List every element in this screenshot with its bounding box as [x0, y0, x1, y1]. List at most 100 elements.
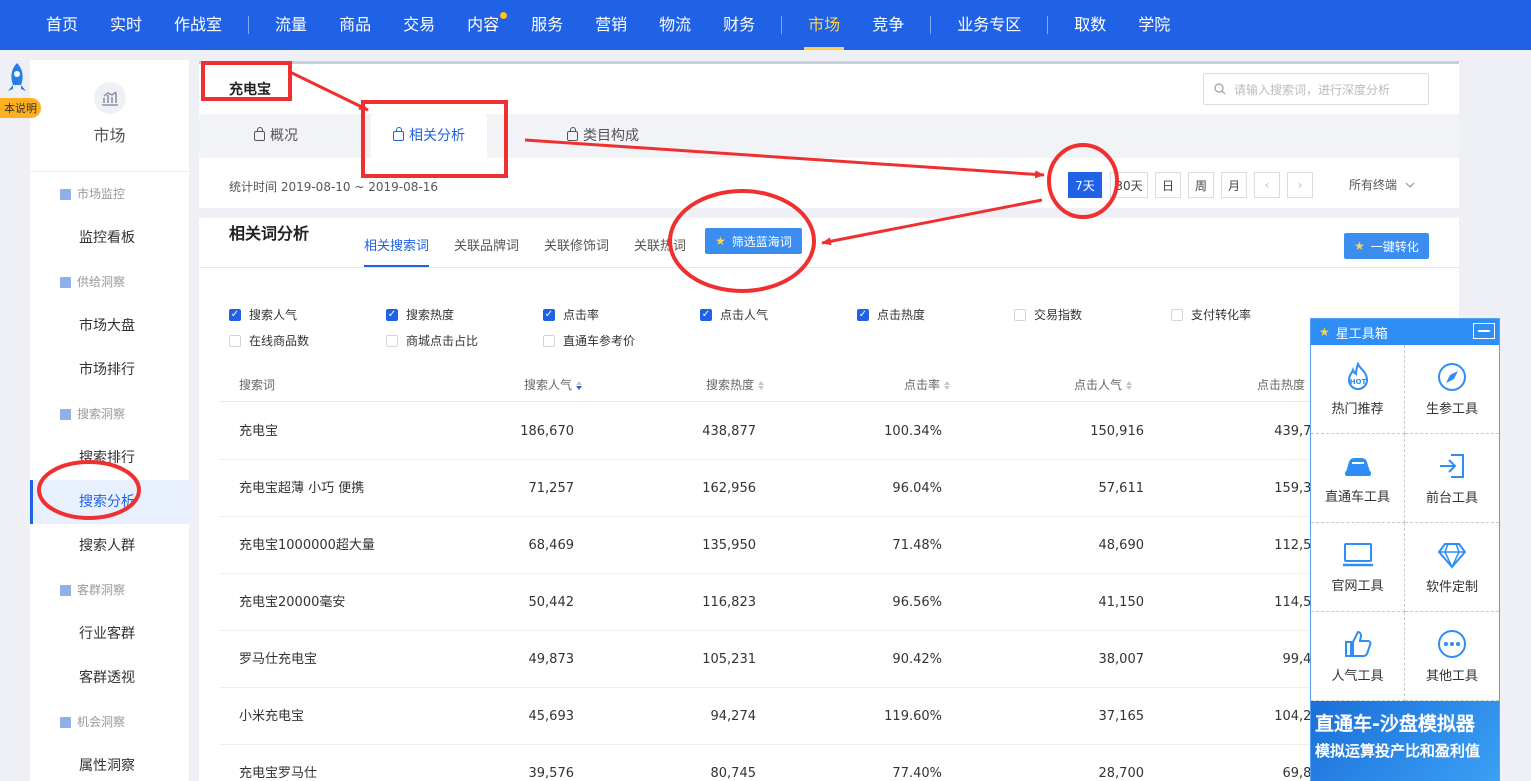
tool-other[interactable]: 其他工具: [1405, 612, 1499, 701]
tool-website[interactable]: 官网工具: [1311, 523, 1405, 612]
bag-icon: [393, 127, 404, 141]
terminal-select[interactable]: 所有终端: [1349, 176, 1415, 193]
nav-separator: [248, 16, 250, 34]
table-row[interactable]: 小米充电宝 45,693 94,274 119.60% 37,165 104,2…: [219, 688, 1459, 745]
nav-competition[interactable]: 竞争: [856, 0, 920, 50]
sidebar-item-search-rank[interactable]: 搜索排行: [30, 436, 189, 480]
minimize-button[interactable]: [1473, 323, 1495, 339]
col-click-heat[interactable]: 点击热度: [1257, 368, 1305, 402]
convert-button[interactable]: ★ 一键转化: [1344, 233, 1429, 259]
cell-keyword: 充电宝超薄 小巧 便携: [239, 481, 365, 496]
table-row[interactable]: 充电宝20000毫安 50,442 116,823 96.56% 41,150 …: [219, 574, 1459, 631]
sidebar-item-market-overview[interactable]: 市场大盘: [30, 304, 189, 348]
period-7d-button[interactable]: 7天: [1068, 172, 1102, 198]
more-icon: [1438, 629, 1466, 658]
col-ctr[interactable]: 点击率: [904, 368, 951, 402]
nav-business-zone[interactable]: 业务专区: [941, 0, 1037, 50]
tool-custom-software[interactable]: 软件定制: [1405, 523, 1499, 612]
checkbox-search-popularity[interactable]: ✓ 搜索人气: [229, 306, 297, 323]
nav-war-room[interactable]: 作战室: [158, 0, 238, 50]
search-input[interactable]: 请输入搜索词，进行深度分析: [1203, 73, 1429, 105]
col-search-heat[interactable]: 搜索热度: [706, 368, 765, 402]
sidebar-item-search-crowd[interactable]: 搜索人群: [30, 524, 189, 568]
nav-fetch-data[interactable]: 取数: [1058, 0, 1122, 50]
subtab-modifier[interactable]: 关联修饰词: [544, 235, 609, 267]
check-icon: ✓: [700, 308, 712, 321]
sidebar-item-attribute-insight[interactable]: 属性洞察: [30, 744, 189, 781]
checkbox-click-popularity[interactable]: ✓ 点击人气: [700, 306, 768, 323]
tool-front[interactable]: 前台工具: [1405, 434, 1499, 523]
checkbox-pay-conversion[interactable]: 支付转化率: [1171, 306, 1251, 323]
tool-popularity[interactable]: 人气工具: [1311, 612, 1405, 701]
table-row[interactable]: 充电宝罗马仕 39,576 80,745 77.40% 28,700 69,86…: [219, 745, 1459, 781]
table-row[interactable]: 充电宝 186,670 438,877 100.34% 150,916 439,…: [219, 403, 1459, 460]
sidebar-item-market-rank[interactable]: 市场排行: [30, 348, 189, 392]
tab-related-analysis[interactable]: 相关分析: [371, 114, 487, 158]
checkbox-ctr[interactable]: ✓ 点击率: [543, 306, 599, 323]
checkbox-online-items[interactable]: 在线商品数: [229, 332, 309, 349]
period-month-button[interactable]: 月: [1221, 172, 1247, 198]
table-row[interactable]: 充电宝1000000超大量 68,469 135,950 71.48% 48,6…: [219, 517, 1459, 574]
nav-products[interactable]: 商品: [323, 0, 387, 50]
period-week-button[interactable]: 周: [1188, 172, 1214, 198]
tool-label: 官网工具: [1331, 578, 1384, 594]
sidebar-group-opportunity: 机会洞察: [30, 700, 189, 744]
sandbox-banner[interactable]: 直通车-沙盘模拟器 模拟运算投产比和盈利值: [1311, 701, 1499, 781]
checkbox-label: 点击热度: [877, 308, 926, 322]
tool-ztc[interactable]: 直通车工具: [1311, 434, 1405, 523]
tab-category[interactable]: 类目构成: [567, 114, 639, 158]
nav-traffic[interactable]: 流量: [259, 0, 323, 50]
tool-param[interactable]: 生参工具: [1405, 345, 1499, 434]
subtab-hot[interactable]: 关联热词: [634, 235, 686, 267]
cell-search-heat: 94,274: [710, 709, 757, 724]
checkbox-click-heat[interactable]: ✓ 点击热度: [857, 306, 925, 323]
tool-hot-recommend[interactable]: HOT 热门推荐: [1311, 345, 1405, 434]
table-row[interactable]: 充电宝超薄 小巧 便携 71,257 162,956 96.04% 57,611…: [219, 460, 1459, 517]
col-search-popularity[interactable]: 搜索人气: [524, 368, 583, 402]
related-words-card: 相关词分析 相关搜索词 关联品牌词 关联修饰词 关联热词 ★ 筛选蓝海词 ★ 一键转…: [199, 218, 1459, 781]
nav-logistics[interactable]: 物流: [643, 0, 707, 50]
sidebar-item-crowd-perspective[interactable]: 客群透视: [30, 656, 189, 700]
checkbox-mall-click-ratio[interactable]: 商城点击占比: [386, 332, 478, 349]
period-day-button[interactable]: 日: [1155, 172, 1181, 198]
tab-overview[interactable]: 概况: [254, 114, 298, 158]
prev-period-button[interactable]: ‹: [1254, 172, 1280, 198]
svg-text:HOT: HOT: [1349, 378, 1366, 386]
checkbox-ztc-price[interactable]: 直通车参考价: [543, 332, 635, 349]
nav-trade[interactable]: 交易: [387, 0, 451, 50]
nav-academy[interactable]: 学院: [1122, 0, 1186, 50]
help-rocket[interactable]: 本说明: [0, 60, 44, 122]
checkbox-label: 搜索人气: [249, 308, 298, 322]
next-period-button[interactable]: ›: [1287, 172, 1313, 198]
nav-market[interactable]: 市场: [792, 0, 856, 50]
filter-blue-ocean-button[interactable]: ★ 筛选蓝海词: [705, 228, 802, 254]
subtab-brand[interactable]: 关联品牌词: [454, 235, 519, 267]
sidebar-group-monitor: 市场监控: [30, 172, 189, 216]
sidebar-item-industry-crowd[interactable]: 行业客群: [30, 612, 189, 656]
sidebar-item-search-analysis[interactable]: 搜索分析: [30, 480, 189, 524]
rocket-icon: [8, 63, 26, 91]
nav-home[interactable]: 首页: [30, 0, 94, 50]
period-30d-button[interactable]: 30天: [1110, 172, 1148, 198]
sidebar-item-monitor-board[interactable]: 监控看板: [30, 216, 189, 260]
bag-icon: [567, 127, 578, 141]
check-icon: ✓: [229, 308, 241, 321]
subtab-related-search[interactable]: 相关搜索词: [364, 235, 430, 267]
col-keyword: 搜索词: [239, 378, 276, 392]
cell-click-popularity: 28,700: [1098, 766, 1145, 781]
checkbox-trade-index[interactable]: 交易指数: [1014, 306, 1082, 323]
col-click-popularity[interactable]: 点击人气: [1074, 368, 1133, 402]
nav-content-label: 内容: [467, 15, 500, 34]
nav-realtime[interactable]: 实时: [94, 0, 158, 50]
nav-separator: [781, 16, 783, 34]
sidebar-group-customer: 客群洞察: [30, 568, 189, 612]
nav-finance[interactable]: 财务: [707, 0, 771, 50]
nav-marketing[interactable]: 营销: [579, 0, 643, 50]
checkbox-search-heat[interactable]: ✓ 搜索热度: [386, 306, 454, 323]
nav-content[interactable]: 内容: [451, 0, 515, 50]
bag-icon: [254, 127, 265, 141]
sidebar-title: 市场: [93, 126, 126, 145]
nav-service[interactable]: 服务: [515, 0, 579, 50]
checkbox-label: 商城点击占比: [406, 334, 479, 348]
table-row[interactable]: 罗马仕充电宝 49,873 105,231 90.42% 38,007 99,4…: [219, 631, 1459, 688]
